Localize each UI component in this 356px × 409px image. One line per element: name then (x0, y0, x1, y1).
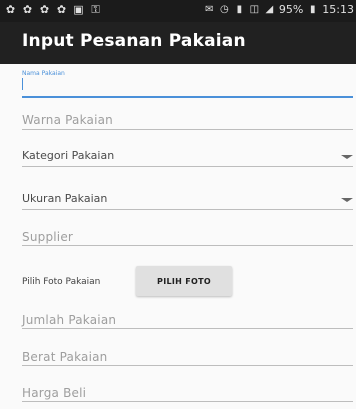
berat-pakaian-placeholder: Berat Pakaian (22, 350, 108, 364)
key-icon: ⚿ (91, 3, 100, 16)
field-underline (22, 129, 353, 130)
field-underline (22, 96, 353, 98)
berat-pakaian-field[interactable]: Berat Pakaian (22, 348, 353, 366)
kategori-pakaian-value: Kategori Pakaian (22, 149, 115, 162)
text-cursor (22, 78, 23, 90)
supplier-placeholder: Supplier (22, 230, 74, 244)
field-underline (22, 401, 353, 402)
status-bar-system: ✉ ◷ ▮ ◫ ◢ 95% ▮ 15:13 (204, 3, 354, 16)
notification-icon: ✿ (5, 3, 16, 16)
dropdown-arrow-icon (341, 155, 353, 159)
status-bar-notifications: ✿ ✿ ✿ ✿ ▣ ⚿ (4, 3, 102, 16)
supplier-field[interactable]: Supplier (22, 228, 353, 246)
sms-icon: ✉ (205, 4, 214, 15)
jumlah-pakaian-field[interactable]: Jumlah Pakaian (22, 311, 353, 329)
app-bar: Input Pesanan Pakaian (0, 22, 356, 64)
page-title: Input Pesanan Pakaian (22, 31, 246, 51)
field-underline (22, 328, 353, 329)
signal-bars-icon: ◢ (265, 4, 274, 15)
pilih-foto-button[interactable]: PILIH FOTO (136, 266, 232, 296)
kategori-pakaian-spinner[interactable]: Kategori Pakaian (22, 145, 353, 167)
jumlah-pakaian-placeholder: Jumlah Pakaian (22, 313, 117, 327)
battery-percentage: 95% (278, 3, 304, 16)
notification-icon: ✿ (56, 3, 67, 16)
warna-pakaian-field[interactable]: Warna Pakaian (22, 110, 353, 130)
field-underline (22, 365, 353, 366)
field-underline (22, 166, 353, 167)
battery-icon: ▮ (310, 4, 316, 15)
signal-icon: ◫ (249, 4, 260, 15)
warna-pakaian-placeholder: Warna Pakaian (22, 113, 113, 127)
image-icon: ▣ (73, 3, 84, 16)
nama-pakaian-label: Nama Pakaian (22, 70, 65, 77)
harga-beli-placeholder: Harga Beli (22, 386, 87, 400)
field-underline (22, 245, 353, 246)
ukuran-pakaian-value: Ukuran Pakaian (22, 192, 108, 205)
ukuran-pakaian-spinner[interactable]: Ukuran Pakaian (22, 188, 353, 210)
notification-icon: ✿ (39, 3, 50, 16)
status-bar: ✿ ✿ ✿ ✿ ▣ ⚿ ✉ ◷ ▮ ◫ ◢ 95% ▮ 15:13 (0, 0, 356, 22)
alarm-icon: ◷ (219, 4, 229, 15)
clock: 15:13 (322, 3, 354, 16)
dropdown-arrow-icon (341, 198, 353, 202)
notification-icon: ✿ (22, 3, 33, 16)
field-underline (22, 209, 353, 210)
nama-pakaian-field[interactable]: Nama Pakaian (22, 70, 353, 98)
vibrate-icon: ▮ (236, 4, 243, 15)
pilih-foto-label: Pilih Foto Pakaian (22, 277, 101, 287)
harga-beli-field[interactable]: Harga Beli (22, 384, 353, 402)
